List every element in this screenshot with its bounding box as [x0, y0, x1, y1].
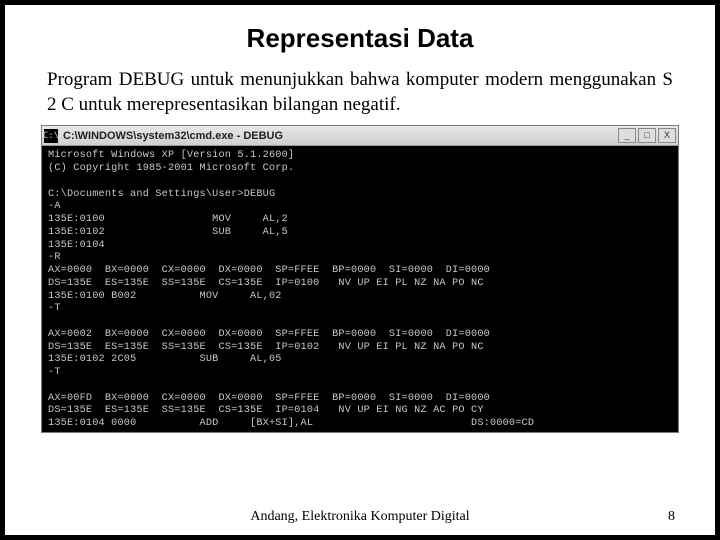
- slide-body-text: Program DEBUG untuk menunjukkan bahwa ko…: [41, 68, 679, 117]
- maximize-button[interactable]: □: [638, 128, 656, 143]
- window-buttons: _ □ X: [618, 128, 676, 143]
- cmd-title-text: C:\WINDOWS\system32\cmd.exe - DEBUG: [63, 130, 618, 142]
- footer-center-text: Andang, Elektronika Komputer Digital: [5, 509, 715, 525]
- minimize-button[interactable]: _: [618, 128, 636, 143]
- cmd-icon: C:\: [44, 129, 58, 143]
- cmd-titlebar: C:\ C:\WINDOWS\system32\cmd.exe - DEBUG …: [42, 126, 678, 146]
- close-button[interactable]: X: [658, 128, 676, 143]
- cmd-window: C:\ C:\WINDOWS\system32\cmd.exe - DEBUG …: [41, 125, 679, 433]
- slide-title: Representasi Data: [41, 23, 679, 54]
- slide-footer: Andang, Elektronika Komputer Digital 8: [5, 509, 715, 525]
- cmd-output: Microsoft Windows XP [Version 5.1.2600] …: [42, 146, 678, 432]
